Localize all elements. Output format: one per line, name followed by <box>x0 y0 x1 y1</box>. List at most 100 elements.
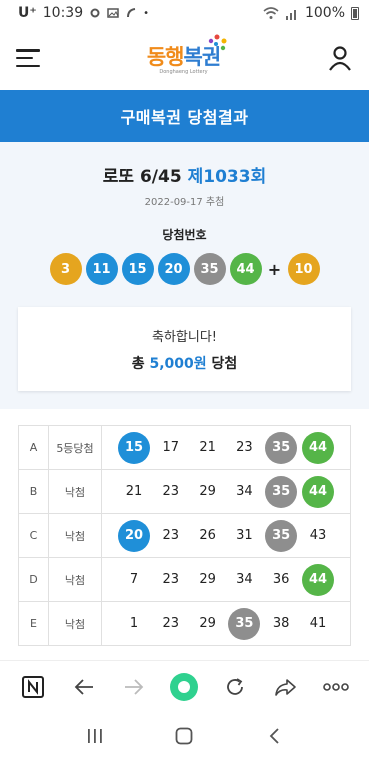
status-bar: U⁺ 10:39 • 100% <box>0 0 369 26</box>
ticket-number: 29 <box>199 572 216 587</box>
ticket-slot-label: E <box>18 601 49 646</box>
draw-result-section: 로또 6/45 제1033회 2022-09-17 추첨 당첨번호 3 11 15 2… <box>0 142 369 409</box>
ticket-number: 23 <box>162 484 180 499</box>
ticket-section: A 5등당첨 15 17 21 23 35 44 B 낙첨 21 23 29 34 35 44 C 낙첨 20 23 2… <box>0 409 369 646</box>
back-icon[interactable] <box>256 718 292 754</box>
ticket-result-label: 5등당첨 <box>48 425 102 470</box>
prize-suffix: 당첨 <box>211 355 238 372</box>
ticket-number: 17 <box>162 440 180 455</box>
ticket-row: B 낙첨 21 23 29 34 35 44 <box>18 469 351 514</box>
battery-percent: 100% <box>304 5 345 21</box>
game-name: 로또 6/45 <box>102 167 182 187</box>
ticket-numbers-cell: 7 23 29 34 36 44 <box>101 557 351 602</box>
home-circle-icon[interactable] <box>166 669 202 705</box>
more-notifications-dot: • <box>143 7 150 19</box>
matched-number: 44 <box>301 563 334 596</box>
ticket-number: 43 <box>309 528 327 543</box>
winning-ball: 44 <box>229 253 262 285</box>
forward-arrow-icon[interactable] <box>116 669 152 705</box>
ticket-number: 26 <box>199 528 216 543</box>
user-icon[interactable] <box>327 45 353 71</box>
page-title: 구매복권 당첨결과 <box>0 90 369 142</box>
matched-number: 35 <box>265 431 298 464</box>
ticket-row: A 5등당첨 15 17 21 23 35 44 <box>18 425 351 470</box>
draw-date: 2022-09-17 추첨 <box>144 197 225 208</box>
ticket-row: D 낙첨 7 23 29 34 36 44 <box>18 557 351 602</box>
ticket-result-label: 낙첨 <box>48 513 102 558</box>
back-arrow-icon[interactable] <box>66 669 102 705</box>
ticket-numbers-cell: 20 23 26 31 35 43 <box>101 513 351 558</box>
ticket-result-label: 낙첨 <box>48 557 102 602</box>
ticket-number: 21 <box>125 484 143 499</box>
ticket-numbers: 1 23 29 35 38 41 <box>108 607 344 640</box>
app-status-icon <box>127 8 136 18</box>
settings-status-icon <box>90 8 100 18</box>
ticket-number: 23 <box>162 528 180 543</box>
ticket-numbers: 21 23 29 34 35 44 <box>108 475 344 508</box>
ticket-number: 7 <box>129 572 139 587</box>
ticket-number: 36 <box>272 572 290 587</box>
ticket-number: 38 <box>272 616 290 631</box>
gallery-status-icon <box>107 8 119 18</box>
home-icon[interactable] <box>166 718 202 754</box>
carrier-label: U⁺ <box>18 5 37 21</box>
logo-subtitle: Donghaeng Lottery <box>159 69 208 75</box>
ticket-numbers-cell: 21 23 29 34 35 44 <box>101 469 351 514</box>
browser-toolbar <box>0 660 369 712</box>
ticket-number: 34 <box>236 484 253 499</box>
congrats-text: 축하합니다! <box>151 329 217 345</box>
winning-ball: 20 <box>157 253 190 285</box>
prize-amount: 5,000원 <box>149 355 207 372</box>
site-logo[interactable]: 동행복권 Donghaeng Lottery <box>147 34 227 75</box>
ticket-slot-label: A <box>18 425 49 470</box>
prize-total: 총 5,000원 당첨 <box>132 353 238 373</box>
matched-number: 15 <box>118 431 150 464</box>
naver-icon[interactable] <box>15 669 51 705</box>
ticket-result-label: 낙첨 <box>48 469 102 514</box>
ticket-number: 23 <box>162 616 180 631</box>
ticket-numbers: 15 17 21 23 35 44 <box>108 431 344 464</box>
ticket-slot-label: C <box>18 513 49 558</box>
ticket-number: 29 <box>199 616 216 631</box>
ticket-number: 21 <box>199 440 216 455</box>
ticket-number: 29 <box>199 484 216 499</box>
prize-card: 축하합니다! 총 5,000원 당첨 <box>18 307 351 391</box>
app-header: 동행복권 Donghaeng Lottery <box>0 26 369 90</box>
matched-number: 35 <box>228 607 261 640</box>
winning-ball: 15 <box>121 253 154 285</box>
ticket-numbers-cell: 1 23 29 35 38 41 <box>101 601 351 646</box>
matched-number: 44 <box>301 431 334 464</box>
draw-round: 제1033회 <box>187 167 267 187</box>
ticket-numbers-cell: 15 17 21 23 35 44 <box>101 425 351 470</box>
ticket-numbers: 7 23 29 34 36 44 <box>108 563 344 596</box>
ticket-slot-label: B <box>18 469 49 514</box>
more-icon[interactable] <box>318 669 354 705</box>
ticket-number: 23 <box>162 572 180 587</box>
bonus-ball: 10 <box>287 253 320 285</box>
ticket-result-label: 낙첨 <box>48 601 102 646</box>
signal-icon <box>285 9 296 20</box>
ticket-numbers: 20 23 26 31 35 43 <box>108 519 344 552</box>
ticket-number: 34 <box>236 572 253 587</box>
recents-icon[interactable] <box>77 718 113 754</box>
winning-numbers: 3 11 15 20 35 44 +10 <box>18 253 351 285</box>
share-icon[interactable] <box>267 669 303 705</box>
menu-icon[interactable] <box>16 49 40 67</box>
refresh-icon[interactable] <box>217 669 253 705</box>
ticket-number: 1 <box>129 616 139 631</box>
clock: 10:39 <box>42 5 84 21</box>
prize-prefix: 총 <box>131 355 145 372</box>
ticket-number: 31 <box>236 528 253 543</box>
system-nav-bar <box>0 712 369 760</box>
winning-numbers-label: 당첨번호 <box>162 228 207 242</box>
logo-burst-icon <box>208 34 227 51</box>
ticket-table: A 5등당첨 15 17 21 23 35 44 B 낙첨 21 23 29 34 35 44 C 낙첨 20 23 2… <box>18 425 351 646</box>
ticket-slot-label: D <box>18 557 49 602</box>
draw-title: 로또 6/45 제1033회 <box>18 162 351 187</box>
matched-number: 20 <box>118 519 150 552</box>
winning-ball: 3 <box>49 253 82 285</box>
wifi-icon <box>263 6 279 19</box>
matched-number: 44 <box>301 475 334 508</box>
battery-icon <box>351 6 359 20</box>
ticket-row: E 낙첨 1 23 29 35 38 41 <box>18 601 351 646</box>
